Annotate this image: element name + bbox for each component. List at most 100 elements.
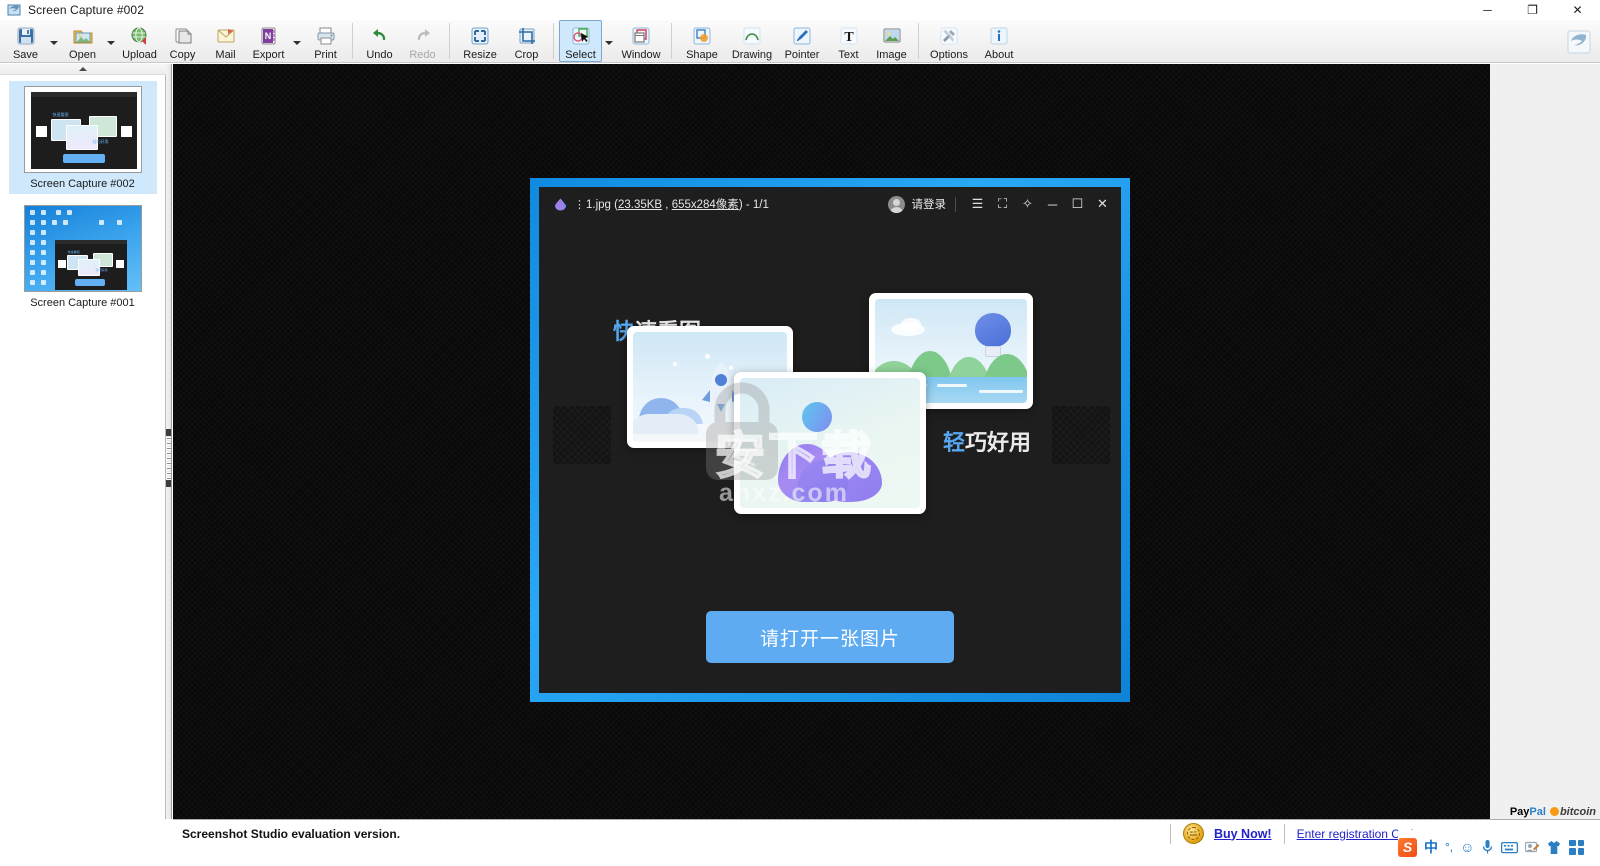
viewer-titlebar: ⋮ 1.jpg (23.35KB , 655x284像素) - 1/1 请登录 … (539, 187, 1121, 221)
toolbar-button-shape[interactable]: Shape (677, 20, 727, 62)
toolbar-button-upload[interactable]: Upload (118, 20, 161, 62)
viewer-minimize-button[interactable]: ─ (1040, 192, 1065, 216)
viewer-title-suffix: ) - 1/1 (738, 199, 769, 211)
chevron-down-icon (107, 41, 115, 45)
viewer-dimensions-link[interactable]: 655x284像素 (672, 199, 739, 211)
toolbar-button-copy[interactable]: Copy (161, 20, 204, 62)
toolbar-group-file: Save Open Upload Copy Mail N Export Prin… (4, 20, 347, 62)
bitcoin-label: bitcoin (1559, 805, 1596, 818)
viewer-login-label[interactable]: 请登录 (912, 196, 947, 212)
splitter-grip (167, 432, 171, 484)
viewer-title: 1.jpg (23.35KB , 655x284像素) - 1/1 (586, 196, 769, 212)
screenshot-studio-s-logo-icon (1566, 29, 1592, 55)
status-separator (1283, 823, 1285, 844)
toolbar-dropdown-select[interactable] (602, 20, 616, 62)
toolbar-label-crop: Crop (514, 49, 539, 61)
buy-now-link[interactable]: Buy Now! (1214, 827, 1272, 841)
mail-icon (214, 24, 238, 48)
toolbar-button-redo: Redo (401, 20, 444, 62)
viewer-titlebar-right: 请登录 ☰ ⛶ ✧ ─ ☐ ✕ (887, 192, 1116, 216)
thumbnail-caption: Screen Capture #001 (30, 297, 135, 309)
toolbar-button-window[interactable]: Window (616, 20, 666, 62)
seal-text: BUY NOW (1186, 827, 1200, 840)
toolbar-button-select[interactable]: Select (559, 20, 602, 62)
chevron-down-icon (293, 41, 301, 45)
toolbar-button-export[interactable]: N Export (247, 20, 290, 62)
toolbar-label-export: Export (252, 49, 285, 61)
toolbar-button-mail[interactable]: Mail (204, 20, 247, 62)
minimize-button[interactable]: ─ (1465, 0, 1510, 20)
select-cursor-icon (569, 24, 593, 48)
viewer-menu-dots-icon[interactable]: ⋮ (574, 198, 585, 211)
chevron-down-icon (605, 41, 613, 45)
pen-icon (790, 24, 814, 48)
toolbar-button-image[interactable]: Image (870, 20, 913, 62)
toolbar-group-annotate: Shape Drawing Pointer T Text Image (677, 20, 913, 62)
viewer-maximize-button[interactable]: ☐ (1065, 192, 1090, 216)
sogou-ime-icon[interactable]: S (1398, 837, 1417, 857)
viewer-close-button[interactable]: ✕ (1090, 192, 1115, 216)
toolbox-grid-icon[interactable] (1569, 839, 1585, 855)
toolbar-label-undo: Undo (366, 49, 393, 61)
thumbnail-caption: Screen Capture #002 (30, 178, 135, 190)
viewer-fullscreen-button[interactable]: ⛶ (990, 192, 1015, 216)
cloud-blob-scene (740, 378, 920, 508)
window-titlebar: Screen Capture #002 ─ ❐ ✕ (0, 0, 1600, 20)
thumbnail-item-screen-capture-001[interactable]: 快速看图 轻巧好用 Screen Capture #001 (9, 200, 157, 313)
open-image-button[interactable]: 请打开一张图片 (706, 611, 954, 663)
chinese-mode-icon[interactable]: 中 (1424, 837, 1438, 857)
viewer-file-size-link[interactable]: 23.35KB (618, 199, 662, 211)
keyboard-icon[interactable] (1501, 841, 1519, 854)
maximize-button[interactable]: ❐ (1510, 0, 1555, 20)
toolbar-button-about[interactable]: About (974, 20, 1024, 62)
toolbar-label-open: Open (69, 49, 96, 61)
thumbnail-scroll-up-button[interactable] (0, 64, 166, 75)
floppy-disk-icon (14, 24, 38, 48)
toolbar-dropdown-save[interactable] (47, 20, 61, 62)
viewer-inner: ⋮ 1.jpg (23.35KB , 655x284像素) - 1/1 请登录 … (539, 187, 1121, 693)
viewer-separator (955, 196, 956, 212)
toolbar-button-undo[interactable]: Undo (358, 20, 401, 62)
svg-text:T: T (844, 30, 854, 45)
viewer-title-mid: , (662, 199, 672, 211)
image-canvas-area[interactable]: ⋮ 1.jpg (23.35KB , 655x284像素) - 1/1 请登录 … (173, 64, 1490, 819)
toolbar-label-mail: Mail (215, 49, 236, 61)
close-button[interactable]: ✕ (1555, 0, 1600, 20)
microphone-icon[interactable] (1481, 839, 1494, 855)
handwriting-icon[interactable] (1525, 840, 1540, 854)
toolbar-label-drawing: Drawing (731, 49, 773, 61)
right-filler (1490, 64, 1600, 819)
toolbar-button-pointer[interactable]: Pointer (777, 20, 827, 62)
toolbar-button-open[interactable]: Open (61, 20, 104, 62)
window-title: Screen Capture #002 (28, 3, 144, 17)
viewer-pin-button[interactable]: ✧ (1015, 192, 1040, 216)
toolbar-separator (449, 23, 450, 59)
chevron-down-icon (50, 41, 58, 45)
toolbar-label-window: Window (621, 49, 661, 61)
toolbar-label-copy: Copy (169, 49, 196, 61)
toolbar-button-options[interactable]: Options (924, 20, 974, 62)
user-avatar-icon[interactable] (887, 195, 905, 213)
paypal-logo-icon: PayPal (1510, 806, 1546, 818)
thumbnail-item-screen-capture-002[interactable]: 快速看图 轻巧好用 Screen Capture #002 (8, 81, 157, 194)
crop-icon (515, 24, 539, 48)
image-viewer-app-icon (553, 197, 568, 212)
toolbar-dropdown-open[interactable] (104, 20, 118, 62)
viewer-menu-button[interactable]: ☰ (965, 192, 990, 216)
skin-shirt-icon[interactable] (1547, 840, 1562, 855)
toolbar-button-crop[interactable]: Crop (505, 20, 548, 62)
bitcoin-coin-icon (1549, 806, 1559, 816)
toolbar-button-resize[interactable]: Resize (455, 20, 505, 62)
toolbar-separator (671, 23, 672, 59)
punctuation-icon[interactable]: °, (1445, 840, 1453, 854)
toolbar-group-history: Undo Redo (358, 20, 444, 62)
emoji-icon[interactable]: ☺ (1460, 839, 1474, 855)
panel-splitter[interactable] (166, 64, 172, 819)
toolbar-button-text[interactable]: T Text (827, 20, 870, 62)
toolbar-button-print[interactable]: Print (304, 20, 347, 62)
toolbar-button-drawing[interactable]: Drawing (727, 20, 777, 62)
toolbar-button-save[interactable]: Save (4, 20, 47, 62)
toolbar-dropdown-export[interactable] (290, 20, 304, 62)
tools-icon (937, 24, 961, 48)
curve-icon (740, 24, 764, 48)
